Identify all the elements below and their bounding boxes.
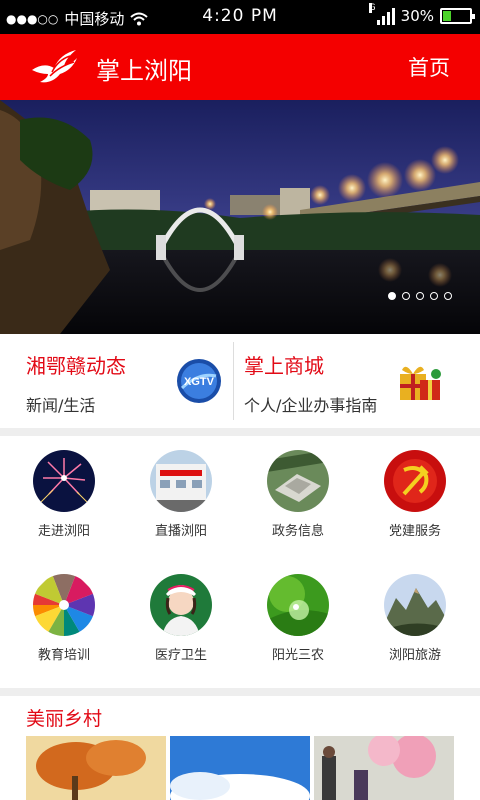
grid-item-education[interactable]: 教育培训: [4, 574, 124, 684]
nurse-icon: [150, 574, 212, 636]
fireworks-icon: [33, 450, 95, 512]
colored-pencils-icon: [33, 574, 95, 636]
status-right: G 30%: [368, 3, 475, 25]
building-icon: [150, 450, 212, 512]
app-header: 掌上浏阳 首页: [0, 34, 480, 100]
battery-percent: 30%: [400, 7, 434, 25]
pager-dot[interactable]: [402, 292, 410, 300]
battery-fill: [443, 11, 451, 21]
village-thumb[interactable]: [170, 736, 310, 800]
xgtv-logo-icon: XGTV: [177, 359, 221, 403]
mountain-icon: [384, 574, 446, 636]
status-bar: ●●●○○ 中国移动 4:20 PM G 30%: [0, 0, 480, 34]
grid-label: 医疗卫生: [154, 648, 207, 663]
section-title: 美丽乡村: [26, 708, 103, 730]
party-emblem-icon: [384, 450, 446, 512]
pager-dot[interactable]: [416, 292, 424, 300]
village-thumb[interactable]: [314, 736, 454, 800]
gift-box-icon: [400, 366, 441, 400]
service-grid: 走进浏阳 直播浏阳 政务信息 党建服务 教育培训 医疗卫生 阳光三农 浏阳旅游: [0, 436, 480, 688]
bird-logo-icon: [32, 50, 77, 83]
village-thumb[interactable]: [26, 736, 166, 800]
grid-label: 浏阳旅游: [388, 648, 441, 663]
network-type: G: [368, 3, 376, 13]
feature-subtitle: 个人/企业办事指南: [244, 396, 378, 415]
grid-label: 走进浏阳: [37, 524, 90, 539]
pager-dot[interactable]: [444, 292, 452, 300]
grid-label: 教育培训: [37, 648, 90, 663]
aerial-building-icon: [267, 450, 329, 512]
section-separator: [0, 688, 480, 696]
carousel-pager[interactable]: [388, 292, 452, 300]
home-link[interactable]: 首页: [408, 52, 450, 82]
grid-item-live[interactable]: 直播浏阳: [121, 450, 241, 560]
grid-label: 直播浏阳: [154, 524, 207, 539]
feature-title: 湘鄂赣动态: [26, 354, 126, 378]
cell-signal-icon: G: [368, 3, 395, 25]
grid-item-intro[interactable]: 走进浏阳: [4, 450, 124, 560]
feature-title: 掌上商城: [244, 354, 324, 378]
banner-carousel[interactable]: [0, 100, 480, 334]
water-drop-leaf-icon: [267, 574, 329, 636]
grid-item-medical[interactable]: 医疗卫生: [121, 574, 241, 684]
grid-item-tourism[interactable]: 浏阳旅游: [355, 574, 475, 684]
grid-label: 政务信息: [271, 524, 324, 539]
battery-icon: [440, 8, 475, 24]
svg-text:XGTV: XGTV: [184, 376, 215, 388]
feature-subtitle: 新闻/生活: [26, 396, 96, 415]
pager-dot-active[interactable]: [388, 292, 396, 300]
grid-item-government[interactable]: 政务信息: [238, 450, 358, 560]
grid-label: 阳光三农: [271, 648, 324, 663]
grid-item-party[interactable]: 党建服务: [355, 450, 475, 560]
grid-item-agriculture[interactable]: 阳光三农: [238, 574, 358, 684]
grid-label: 党建服务: [388, 524, 441, 539]
section-separator: [0, 428, 480, 436]
pager-dot[interactable]: [430, 292, 438, 300]
app-title: 掌上浏阳: [96, 57, 192, 85]
beautiful-village-section: 美丽乡村: [0, 696, 480, 800]
